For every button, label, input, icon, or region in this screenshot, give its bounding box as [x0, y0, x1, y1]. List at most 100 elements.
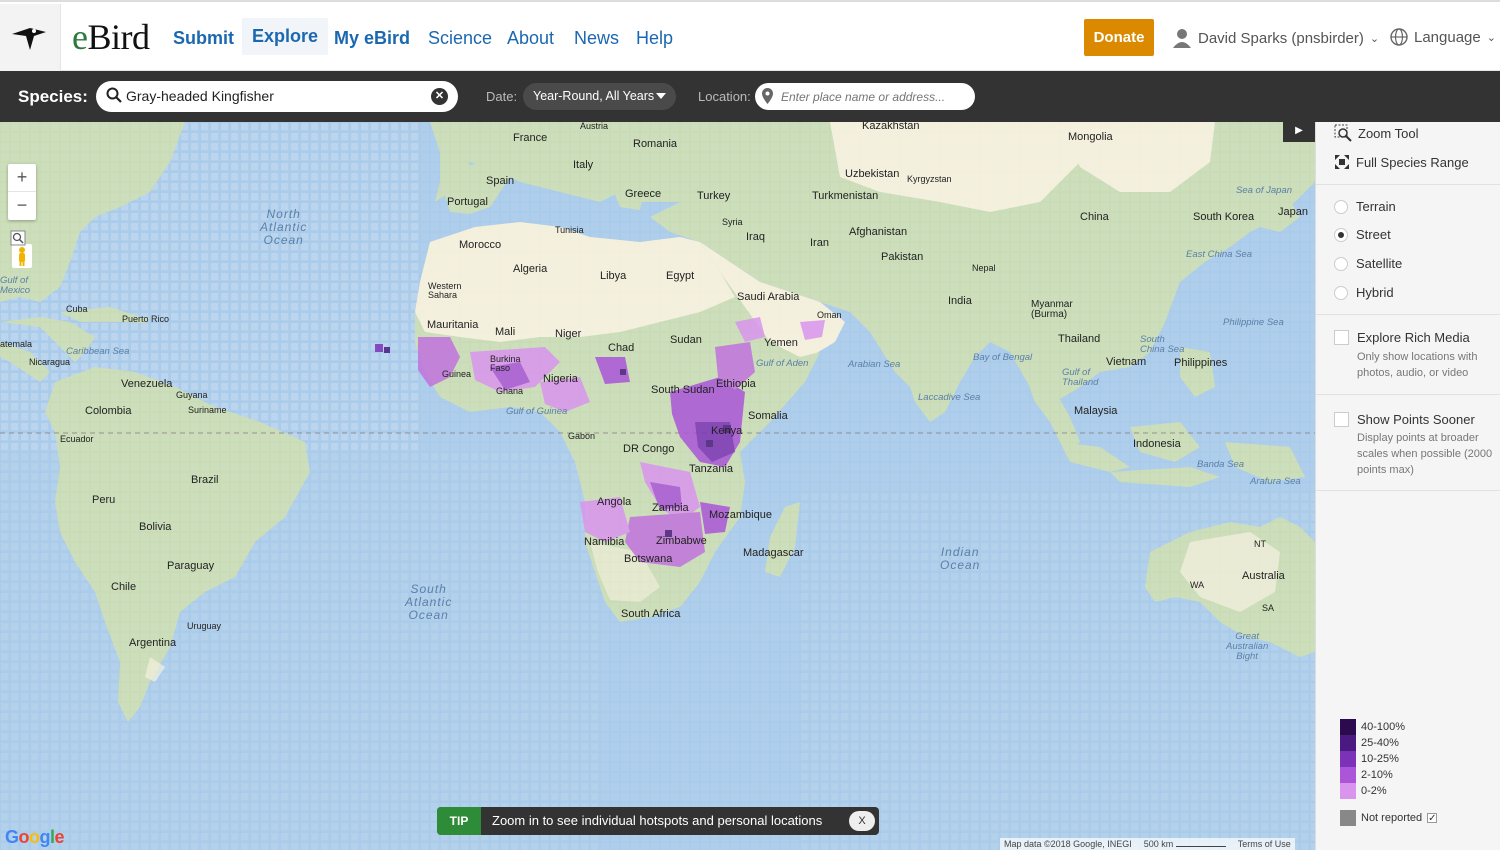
- map-label: Austria: [580, 122, 609, 131]
- map-type-street[interactable]: Street: [1334, 227, 1391, 242]
- zoom-tool-icon: [1334, 124, 1352, 142]
- map-label: Kazakhstan: [862, 122, 920, 132]
- map-label: Ethiopia: [716, 378, 756, 390]
- date-select[interactable]: Year-Round, All Years: [523, 83, 676, 110]
- location-label: Location:: [698, 89, 751, 104]
- map-type-hybrid[interactable]: Hybrid: [1334, 285, 1394, 300]
- date-label: Date:: [486, 89, 518, 104]
- species-filter-bar: Species: Gray-headed Kingfisher ✕ Date: …: [0, 71, 1500, 122]
- nav-help[interactable]: Help: [636, 28, 673, 49]
- map-label: Kenya: [711, 425, 743, 437]
- map-label: Morocco: [459, 239, 502, 251]
- legend-item: 40-100%: [1340, 719, 1405, 735]
- map-label: Greece: [625, 188, 662, 200]
- full-range-button[interactable]: Full Species Range: [1334, 154, 1469, 170]
- species-value[interactable]: Gray-headed Kingfisher: [126, 88, 274, 104]
- map-label: Thailand: [1058, 333, 1101, 345]
- not-reported-label: Not reported: [1361, 812, 1423, 824]
- radio-button[interactable]: [1334, 199, 1348, 214]
- nav-science[interactable]: Science: [428, 28, 492, 49]
- species-search[interactable]: Gray-headed Kingfisher ✕: [96, 81, 458, 112]
- map-label: Iraq: [746, 231, 765, 243]
- zoom-tool-button[interactable]: Zoom Tool: [1334, 124, 1418, 142]
- ebird-logo[interactable]: eBird: [72, 16, 150, 58]
- map-label: Ecuador: [60, 434, 94, 444]
- checkbox[interactable]: [1334, 330, 1349, 345]
- full-range-label: Full Species Range: [1356, 154, 1469, 170]
- radio-button[interactable]: [1334, 285, 1348, 300]
- range-map[interactable]: Kazakhstan Mongolia France Austria Roman…: [0, 122, 1315, 850]
- points-sooner-description: Display points at broader scales when po…: [1357, 432, 1493, 476]
- legend-swatch: [1340, 719, 1356, 735]
- map-label: Portugal: [447, 196, 488, 208]
- map-label: DR Congo: [623, 443, 675, 455]
- map-label: atemala: [0, 339, 33, 349]
- map-label: Egypt: [666, 270, 695, 282]
- rich-media-label: Explore Rich Media: [1357, 330, 1470, 345]
- legend-item: 10-25%: [1340, 751, 1399, 767]
- map-label: Mozambique: [709, 509, 772, 521]
- scale-label: 500 km: [1143, 839, 1174, 849]
- nav-about[interactable]: About: [507, 28, 554, 49]
- map-label: Bolivia: [139, 521, 172, 533]
- legend-swatch: [1340, 810, 1356, 826]
- points-sooner-toggle[interactable]: Show Points Sooner: [1334, 412, 1475, 427]
- checkbox-checked-icon[interactable]: ✓: [1427, 813, 1438, 824]
- map-label: Somalia: [748, 410, 788, 422]
- checkbox[interactable]: [1334, 412, 1349, 427]
- sea-label: Gulf of Mexico: [0, 275, 31, 296]
- sea-label: Banda Sea: [1197, 459, 1245, 470]
- radio-button[interactable]: [1334, 256, 1348, 271]
- nav-news[interactable]: News: [574, 28, 619, 49]
- nav-submit[interactable]: Submit: [173, 28, 234, 49]
- zoom-out-button[interactable]: −: [8, 192, 36, 220]
- search-icon: [106, 87, 122, 103]
- map-label: Paraguay: [167, 560, 215, 572]
- clear-species-icon[interactable]: ✕: [431, 88, 448, 105]
- panel-collapse-icon[interactable]: ▶: [1283, 122, 1315, 142]
- terms-link[interactable]: Terms of Use: [1238, 839, 1291, 849]
- map-label: Mongolia: [1068, 131, 1113, 143]
- zoom-in-button[interactable]: +: [8, 164, 36, 192]
- map-label: Saudi Arabia: [737, 291, 800, 303]
- legend-not-reported[interactable]: Not reported ✓: [1340, 810, 1438, 826]
- sea-label: Arafura Sea: [1250, 476, 1301, 487]
- location-input[interactable]: [755, 83, 975, 110]
- rich-media-description: Only show locations with photos, audio, …: [1357, 351, 1478, 379]
- zoom-control: + −: [8, 164, 36, 220]
- map-label: Italy: [573, 159, 594, 171]
- tip-close-button[interactable]: X: [849, 811, 875, 831]
- map-label: Oman: [817, 310, 842, 320]
- nav-my-ebird[interactable]: My eBird: [334, 28, 410, 49]
- map-type-satellite[interactable]: Satellite: [1334, 256, 1402, 271]
- google-logo[interactable]: Google: [5, 827, 65, 848]
- language-label: Language: [1414, 28, 1481, 46]
- chevron-down-icon: ⌄: [1369, 32, 1380, 45]
- map-label: Nicaragua: [29, 357, 71, 367]
- street-view-pegman-icon[interactable]: [12, 244, 32, 268]
- ebird-logo-mark[interactable]: [0, 4, 61, 72]
- sea-label: Caribbean Sea: [66, 346, 130, 357]
- sea-label: Gulf of Guinea: [506, 406, 568, 417]
- zoom-area-icon[interactable]: [10, 230, 26, 246]
- map-type-terrain[interactable]: Terrain: [1334, 199, 1396, 214]
- map-label: Kyrgyzstan: [907, 174, 952, 184]
- map-label: Suriname: [188, 405, 227, 415]
- ocean-label: Indian Ocean: [940, 545, 981, 572]
- ocean-label: North Atlantic Ocean: [260, 207, 308, 247]
- map-canvas[interactable]: [0, 122, 1315, 850]
- donate-button[interactable]: Donate: [1084, 19, 1154, 56]
- nav-explore[interactable]: Explore: [242, 18, 329, 55]
- points-sooner-label: Show Points Sooner: [1357, 412, 1475, 427]
- map-label: Gabon: [568, 431, 596, 441]
- map-label: Algeria: [513, 263, 548, 275]
- user-menu[interactable]: David Sparks (pnsbirder) ⌄: [1172, 28, 1379, 48]
- map-label: Australia: [1242, 570, 1285, 582]
- map-pin-icon: [762, 88, 773, 104]
- map-label: Botswana: [624, 553, 673, 565]
- rich-media-toggle[interactable]: Explore Rich Media: [1334, 330, 1470, 345]
- divider: [1316, 394, 1500, 395]
- legend-item: 25-40%: [1340, 735, 1399, 751]
- radio-button-selected[interactable]: [1334, 227, 1348, 242]
- language-menu[interactable]: Language ⌄: [1390, 28, 1496, 46]
